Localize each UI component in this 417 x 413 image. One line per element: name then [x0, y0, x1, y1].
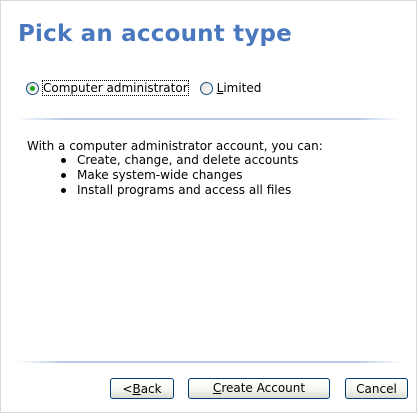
radio-computer-administrator[interactable]: Computer administrator — [26, 80, 189, 96]
radio-limited[interactable]: Limited — [199, 81, 262, 95]
back-prefix: < — [122, 381, 133, 396]
create-account-button[interactable]: Create Account — [188, 378, 330, 399]
radio-label-limited[interactable]: Limited — [217, 81, 262, 95]
account-description: With a computer administrator account, y… — [27, 139, 323, 153]
page-title: Pick an account type — [18, 21, 292, 47]
back-button[interactable]: < Back — [110, 378, 174, 399]
cancel-button[interactable]: Cancel — [345, 378, 408, 399]
wizard-panel: Pick an account type Computer administra… — [0, 0, 417, 413]
list-item: Install programs and access all files — [59, 183, 298, 198]
back-mnemonic: B — [132, 381, 141, 396]
account-type-radio-group: Computer administrator Limited — [26, 80, 262, 96]
top-separator — [17, 118, 402, 120]
radio-selected-icon[interactable] — [26, 81, 39, 95]
capabilities-list: Create, change, and delete accounts Make… — [59, 153, 298, 198]
radio-label-admin[interactable]: Computer administrator — [42, 80, 189, 96]
create-label-rest: reate Account — [221, 381, 306, 395]
limited-label-rest: imited — [223, 81, 262, 95]
back-label-rest: ack — [140, 381, 162, 396]
create-account-label: Create Account — [201, 381, 317, 396]
bottom-separator — [17, 361, 402, 363]
list-item: Make system-wide changes — [59, 168, 298, 183]
list-item: Create, change, and delete accounts — [59, 153, 298, 168]
radio-unselected-icon[interactable] — [199, 81, 213, 95]
